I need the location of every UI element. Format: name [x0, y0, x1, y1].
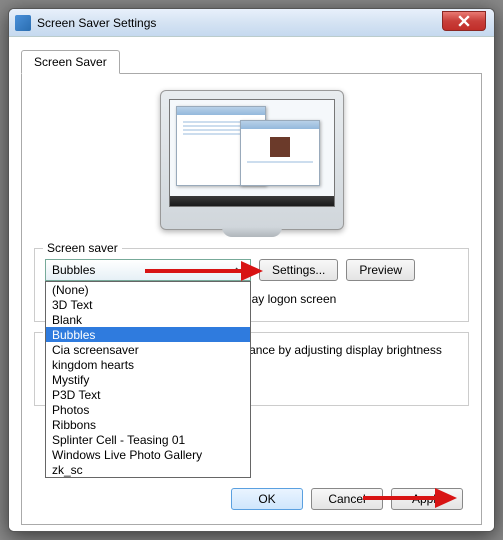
chevron-down-icon	[232, 262, 248, 278]
tab-panel: Screen saver Bubbles (None)3D	[21, 73, 482, 525]
ok-button[interactable]: OK	[231, 488, 303, 510]
monitor-preview	[160, 90, 344, 230]
dropdown-item[interactable]: Mystify	[46, 372, 250, 387]
close-icon	[458, 15, 470, 27]
group-legend: Screen saver	[43, 241, 122, 255]
cancel-button-label: Cancel	[328, 492, 365, 506]
window-content: Screen Saver Screen saver	[9, 37, 494, 531]
dropdown-item[interactable]: Blank	[46, 312, 250, 327]
settings-button[interactable]: Settings...	[259, 259, 338, 281]
dropdown-item[interactable]: 3D Text	[46, 297, 250, 312]
dropdown-item[interactable]: Photos	[46, 402, 250, 417]
tab-label: Screen Saver	[34, 55, 107, 69]
close-button[interactable]	[442, 11, 486, 31]
dropdown-item[interactable]: Windows Live Photo Gallery	[46, 447, 250, 462]
dropdown-item[interactable]: Splinter Cell - Teasing 01	[46, 432, 250, 447]
ok-button-label: OK	[258, 492, 275, 506]
dialog-button-row: OK Cancel Apply	[231, 488, 463, 510]
app-icon	[15, 15, 31, 31]
preview-button[interactable]: Preview	[346, 259, 415, 281]
titlebar[interactable]: Screen Saver Settings	[9, 9, 494, 37]
combo-selected-text: Bubbles	[52, 263, 95, 277]
screen-saver-combobox[interactable]: Bubbles	[45, 259, 251, 281]
apply-button[interactable]: Apply	[391, 488, 463, 510]
settings-button-label: Settings...	[272, 263, 325, 277]
screen-saver-settings-window: Screen Saver Settings Screen Saver	[8, 8, 495, 532]
dropdown-item[interactable]: (None)	[46, 282, 250, 297]
cancel-button[interactable]: Cancel	[311, 488, 383, 510]
dropdown-item[interactable]: Ribbons	[46, 417, 250, 432]
screen-saver-dropdown-list[interactable]: (None)3D TextBlankBubblesCia screensaver…	[45, 281, 251, 478]
dropdown-item[interactable]: zk_sc	[46, 462, 250, 477]
dropdown-item[interactable]: kingdom hearts	[46, 357, 250, 372]
window-title: Screen Saver Settings	[37, 16, 156, 30]
apply-button-label: Apply	[412, 492, 442, 506]
dropdown-item[interactable]: P3D Text	[46, 387, 250, 402]
screen-saver-group: Screen saver Bubbles (None)3D	[34, 248, 469, 322]
dropdown-item[interactable]: Cia screensaver	[46, 342, 250, 357]
dropdown-item[interactable]: Bubbles	[46, 327, 250, 342]
preview-button-label: Preview	[359, 263, 402, 277]
tab-screen-saver[interactable]: Screen Saver	[21, 50, 120, 74]
